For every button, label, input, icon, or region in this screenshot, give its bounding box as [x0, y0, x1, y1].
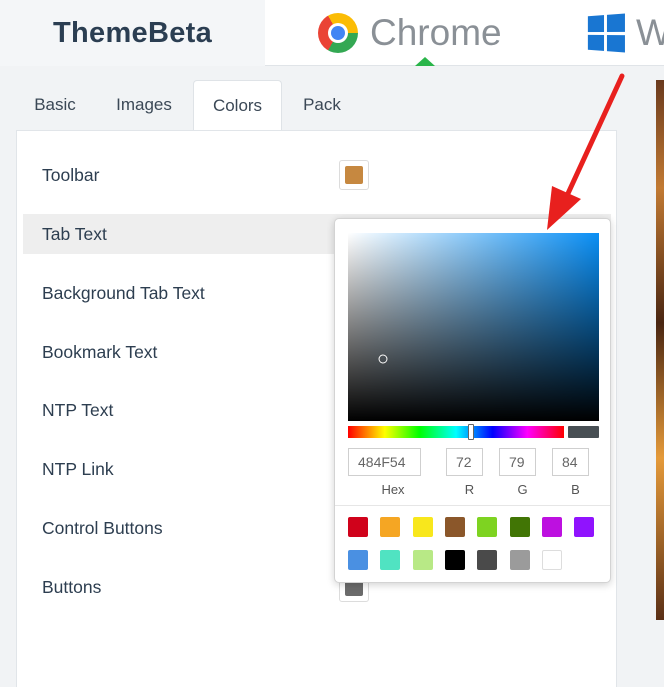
- tab-colors[interactable]: Colors: [193, 80, 282, 131]
- chrome-logo-icon: [318, 13, 358, 53]
- color-row-label: NTP Link: [42, 458, 114, 479]
- preset-swatch[interactable]: [444, 550, 465, 570]
- preset-swatch[interactable]: [477, 550, 498, 570]
- nav-tab-chrome[interactable]: Chrome: [318, 8, 502, 58]
- blue-label: B: [571, 482, 580, 497]
- preset-swatch[interactable]: [412, 517, 433, 537]
- preset-swatch[interactable]: [348, 550, 368, 570]
- nav-tab-windows[interactable]: W: [586, 10, 664, 56]
- red-input[interactable]: [446, 448, 483, 476]
- saturation-value-area[interactable]: [348, 233, 599, 421]
- hex-label: Hex: [381, 482, 405, 497]
- preset-swatch[interactable]: [477, 517, 498, 537]
- hex-input[interactable]: [348, 448, 421, 476]
- nav-tab-windows-label: W: [636, 12, 664, 53]
- brand-logo[interactable]: ThemeBeta: [0, 0, 265, 66]
- sv-handle[interactable]: [378, 354, 388, 364]
- tab-images[interactable]: Images: [104, 80, 184, 130]
- color-row-label: NTP Text: [42, 399, 114, 420]
- top-nav: ThemeBeta Chrome W: [0, 0, 664, 66]
- theme-preview-image: [656, 80, 664, 620]
- preset-swatch[interactable]: [380, 517, 401, 537]
- color-swatch-toolbar[interactable]: [339, 160, 369, 190]
- preset-swatch[interactable]: [380, 550, 401, 570]
- color-row-label: Bookmark Text: [42, 341, 158, 362]
- color-picker-popup: Hex R G B: [334, 218, 611, 583]
- sv-black-gradient: [348, 233, 599, 421]
- color-row-label: Buttons: [42, 576, 102, 597]
- color-row-label: Toolbar: [42, 164, 100, 185]
- preset-swatch[interactable]: [541, 550, 562, 570]
- color-row-toolbar[interactable]: Toolbar: [23, 155, 611, 195]
- preset-swatch[interactable]: [444, 517, 465, 537]
- preset-swatch[interactable]: [509, 517, 530, 537]
- green-label: G: [517, 482, 528, 497]
- tab-basic[interactable]: Basic: [16, 80, 94, 130]
- windows-logo-icon: [587, 13, 625, 53]
- active-tab-indicator: [415, 57, 435, 66]
- preset-swatch[interactable]: [412, 550, 433, 570]
- red-label: R: [464, 482, 475, 497]
- preset-swatch[interactable]: [574, 517, 595, 537]
- color-row-label: Control Buttons: [42, 517, 163, 538]
- picker-divider: [335, 505, 610, 506]
- preset-swatch[interactable]: [348, 517, 368, 537]
- nav-tab-chrome-label: Chrome: [370, 12, 502, 53]
- green-input[interactable]: [499, 448, 536, 476]
- preset-swatch[interactable]: [541, 517, 562, 537]
- color-row-label: Tab Text: [42, 223, 107, 244]
- hue-slider-handle[interactable]: [468, 424, 475, 440]
- blue-input[interactable]: [552, 448, 589, 476]
- color-preview: [568, 426, 599, 438]
- preset-swatch[interactable]: [509, 550, 530, 570]
- color-row-label: Background Tab Text: [42, 282, 205, 303]
- tab-pack[interactable]: Pack: [292, 80, 352, 130]
- swatch-color: [345, 166, 363, 184]
- hue-slider[interactable]: [348, 424, 564, 440]
